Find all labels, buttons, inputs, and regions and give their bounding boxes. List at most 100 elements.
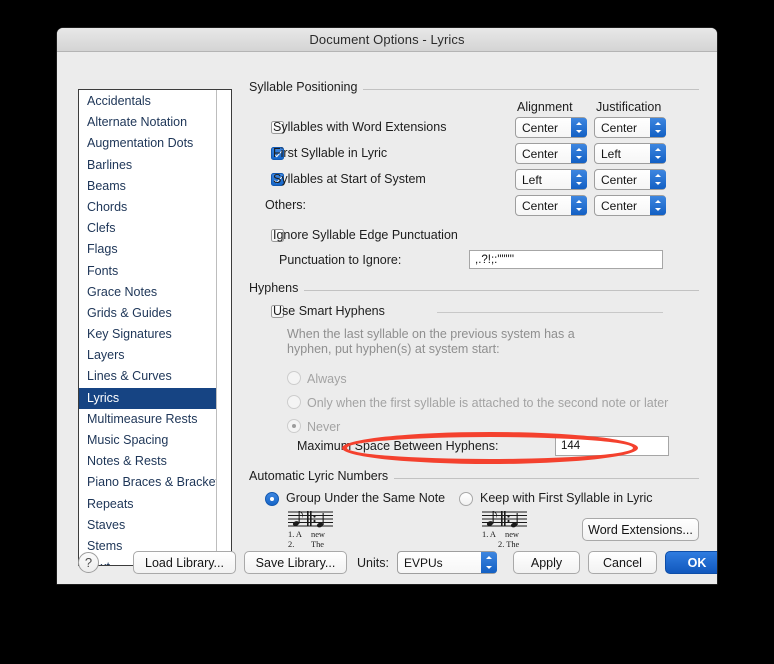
apply-button[interactable]: Apply <box>513 551 580 574</box>
column-header-justification: Justification <box>596 100 661 114</box>
word-extensions-button[interactable]: Word Extensions... <box>582 518 699 541</box>
group-under-same-note-radio[interactable] <box>265 492 279 506</box>
cancel-button[interactable]: Cancel <box>588 551 657 574</box>
help-button[interactable]: ? <box>78 552 99 573</box>
category-item[interactable]: Alternate Notation <box>79 112 216 133</box>
category-item[interactable]: Fonts <box>79 261 216 282</box>
max-space-input[interactable]: 144 <box>555 436 669 456</box>
category-item[interactable]: Repeats <box>79 494 216 515</box>
category-item[interactable]: Piano Braces & Brackets <box>79 472 216 493</box>
hyphen-option-radio[interactable] <box>287 419 301 433</box>
stepper-arrows-icon[interactable] <box>571 196 587 215</box>
group-divider-rule <box>394 478 699 479</box>
stepper-arrows-icon[interactable] <box>650 170 666 189</box>
notation-figure-keep: 1. A new 2. The <box>481 510 541 552</box>
category-item[interactable]: Music Spacing <box>79 430 216 451</box>
syllable-justification-value: Center <box>595 121 650 135</box>
units-value: EVPUs <box>398 556 481 570</box>
syllable-justification-select[interactable]: Left <box>594 143 666 164</box>
hyphen-option-radio[interactable] <box>287 395 301 409</box>
category-item[interactable]: Staves <box>79 515 216 536</box>
group-under-same-note-label: Group Under the Same Note <box>286 491 445 505</box>
syllable-alignment-select[interactable]: Center <box>515 117 587 138</box>
row-max-space-between-hyphens: Maximum Space Between Hyphens: 144 <box>249 435 699 465</box>
syllable-justification-select[interactable]: Center <box>594 169 666 190</box>
category-item[interactable]: Barlines <box>79 155 216 176</box>
category-list-items[interactable]: AccidentalsAlternate NotationAugmentatio… <box>79 90 216 565</box>
load-library-button[interactable]: Load Library... <box>133 551 236 574</box>
syllable-row: Syllables at Start of System Left Center <box>249 169 699 195</box>
syllable-row: Syllables with Word Extensions Center Cent… <box>249 117 699 143</box>
syllable-alignment-select[interactable]: Left <box>515 169 587 190</box>
category-item[interactable]: Augmentation Dots <box>79 133 216 154</box>
syllable-positioning-group-header: Syllable Positioning <box>249 80 699 94</box>
keep-with-first-syllable-label: Keep with First Syllable in Lyric <box>480 491 653 505</box>
max-space-label: Maximum Space Between Hyphens: <box>297 439 498 453</box>
category-item[interactable]: Grids & Guides <box>79 303 216 324</box>
row-ignore-punctuation: Ignore Syllable Edge Punctuation <box>249 225 699 249</box>
syllable-alignment-value: Center <box>516 147 571 161</box>
category-item[interactable]: Accidentals <box>79 91 216 112</box>
ok-button[interactable]: OK <box>665 551 717 574</box>
smart-hyphens-divider-rule <box>437 312 663 313</box>
others-alignment-value: Center <box>516 199 571 213</box>
category-item[interactable]: Layers <box>79 345 216 366</box>
category-item[interactable]: Multimeasure Rests <box>79 409 216 430</box>
svg-text:2. The: 2. The <box>498 540 520 549</box>
syllable-row: First Syllable in Lyric Center Left <box>249 143 699 169</box>
category-item[interactable]: Key Signatures <box>79 324 216 345</box>
others-alignment-select[interactable]: Center <box>515 195 587 216</box>
category-item[interactable]: Beams <box>79 176 216 197</box>
svg-text:1. A: 1. A <box>482 530 496 539</box>
stepper-arrows-icon[interactable] <box>571 118 587 137</box>
others-justification-value: Center <box>595 199 650 213</box>
others-justification-select[interactable]: Center <box>594 195 666 216</box>
stepper-arrows-icon[interactable] <box>481 552 497 573</box>
stepper-arrows-icon[interactable] <box>650 144 666 163</box>
window-title: Document Options - Lyrics <box>309 32 464 47</box>
category-item[interactable]: Clefs <box>79 218 216 239</box>
units-select[interactable]: EVPUs <box>397 551 497 574</box>
stepper-arrows-icon[interactable] <box>571 144 587 163</box>
column-headers: Alignment Justification <box>249 100 699 117</box>
syllable-row-label: First Syllable in Lyric <box>273 146 387 160</box>
options-panel: Syllable Positioning Alignment Justifica… <box>249 80 699 565</box>
svg-text:1. A: 1. A <box>288 530 302 539</box>
stepper-arrows-icon[interactable] <box>571 170 587 189</box>
document-options-window: Document Options - Lyrics AccidentalsAlt… <box>57 28 717 584</box>
keep-with-first-syllable-radio[interactable] <box>459 492 473 506</box>
row-others: Others: Center Center <box>249 195 699 221</box>
hyphens-options-area: When the last syllable on the previous s… <box>249 325 699 435</box>
category-item[interactable]: Flags <box>79 239 216 260</box>
others-label: Others: <box>265 198 306 212</box>
stepper-arrows-icon[interactable] <box>650 196 666 215</box>
syllable-positioning-label: Syllable Positioning <box>249 80 357 94</box>
column-header-alignment: Alignment <box>517 100 573 114</box>
syllable-row-label: Syllables at Start of System <box>273 172 426 186</box>
syllable-justification-value: Center <box>595 173 650 187</box>
svg-text:new: new <box>311 530 326 539</box>
category-item[interactable]: Chords <box>79 197 216 218</box>
category-list[interactable]: AccidentalsAlternate NotationAugmentatio… <box>78 89 232 566</box>
hyphen-option-radio[interactable] <box>287 371 301 385</box>
category-item[interactable]: Lines & Curves <box>79 366 216 387</box>
syllable-justification-select[interactable]: Center <box>594 117 666 138</box>
syllable-row-label: Syllables with Word Extensions <box>273 120 446 134</box>
window-titlebar: Document Options - Lyrics <box>57 28 717 52</box>
hyphens-description: When the last syllable on the previous s… <box>287 327 617 357</box>
notation-figure-grouped: 1. A new 2. The <box>287 510 347 552</box>
syllable-alignment-select[interactable]: Center <box>515 143 587 164</box>
row-use-smart-hyphens: Use Smart Hyphens <box>249 301 699 325</box>
automatic-lyric-numbers-group-header: Automatic Lyric Numbers <box>249 469 699 483</box>
stepper-arrows-icon[interactable] <box>650 118 666 137</box>
category-item[interactable]: Lyrics <box>79 388 216 409</box>
save-library-button[interactable]: Save Library... <box>244 551 347 574</box>
category-item[interactable]: Notes & Rests <box>79 451 216 472</box>
punctuation-to-ignore-input[interactable]: ,.?!;:"""'' <box>469 250 663 269</box>
punctuation-to-ignore-label: Punctuation to Ignore: <box>279 253 401 267</box>
row-punctuation-to-ignore: Punctuation to Ignore: ,.?!;:"""'' <box>249 249 699 275</box>
group-divider-rule <box>304 290 699 291</box>
hyphens-label: Hyphens <box>249 281 298 295</box>
category-list-scrollbar[interactable] <box>216 90 231 565</box>
category-item[interactable]: Grace Notes <box>79 282 216 303</box>
